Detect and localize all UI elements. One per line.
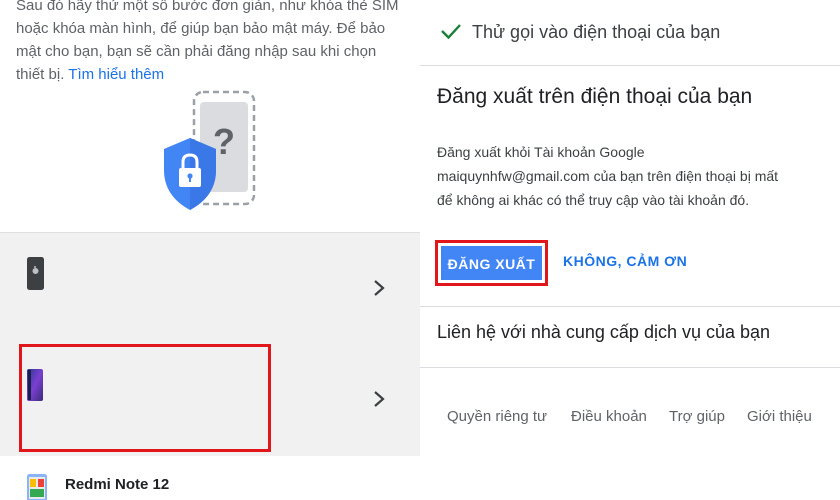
call-phone-row[interactable]: Thử gọi vào điện thoại của bạn: [420, 10, 840, 54]
privacy-link[interactable]: Quyền riêng tư: [447, 408, 547, 425]
intro-line: thiết bị. Tìm hiểu thêm: [16, 63, 408, 86]
divider: [420, 65, 840, 66]
check-icon: [441, 24, 461, 40]
learn-more-link[interactable]: Tìm hiểu thêm: [68, 66, 164, 83]
divider: [420, 306, 840, 307]
device-row-redmi[interactable]: Redmi Note 12: [0, 456, 420, 500]
device-row-iphone[interactable]: [0, 232, 420, 346]
signout-title: Đăng xuất trên điện thoại của bạn: [437, 85, 753, 108]
no-thanks-button[interactable]: KHÔNG, CẢM ƠN: [563, 253, 687, 269]
iphone-icon: [27, 257, 44, 290]
device-label: Redmi Note 12: [65, 476, 170, 493]
intro-line: Sau đó hãy thử một số bước đơn giản, như…: [16, 0, 399, 14]
shield-lock-phone-question-icon: ?: [164, 90, 256, 210]
svg-text:?: ?: [213, 121, 235, 162]
divider: [420, 367, 840, 368]
call-phone-label: Thử gọi vào điện thoại của bạn: [472, 22, 721, 42]
signout-desc-line: Đăng xuất khỏi Tài khoản Google: [437, 144, 645, 160]
intro-text: Sau đó hãy thử một số bước đơn giản, như…: [16, 0, 408, 86]
intro-line: mật cho bạn, bạn sẽ cần phải đăng nhập s…: [16, 43, 377, 60]
highlight-box: [19, 344, 271, 452]
signout-button-highlight: ĐĂNG XUẤT: [435, 240, 548, 286]
chevron-right-icon: [374, 391, 385, 407]
signout-button[interactable]: ĐĂNG XUẤT: [441, 246, 542, 280]
about-link[interactable]: Giới thiệu: [747, 408, 812, 425]
signout-desc-line: maiquynhfw@gmail.com của bạn trên điện t…: [437, 168, 779, 184]
intro-line: hoặc khóa màn hình, để giúp bạn bảo mật …: [16, 20, 386, 37]
signout-desc-line: để không ai khác có thể truy cập vào tài…: [437, 192, 750, 208]
chevron-right-icon: [374, 280, 385, 296]
right-panel: Thử gọi vào điện thoại của bạn Đăng xuất…: [420, 0, 840, 500]
redmi-phone-icon: [27, 474, 47, 500]
contact-provider-row[interactable]: Liên hệ với nhà cung cấp dịch vụ của bạn: [437, 322, 770, 343]
signout-description: Đăng xuất khỏi Tài khoản Google maiquynh…: [437, 140, 832, 212]
left-panel: Sau đó hãy thử một số bước đơn giản, như…: [0, 0, 420, 500]
intro-last: thiết bị.: [16, 66, 65, 83]
terms-link[interactable]: Điều khoản: [571, 408, 647, 425]
help-link[interactable]: Trợ giúp: [669, 408, 725, 425]
